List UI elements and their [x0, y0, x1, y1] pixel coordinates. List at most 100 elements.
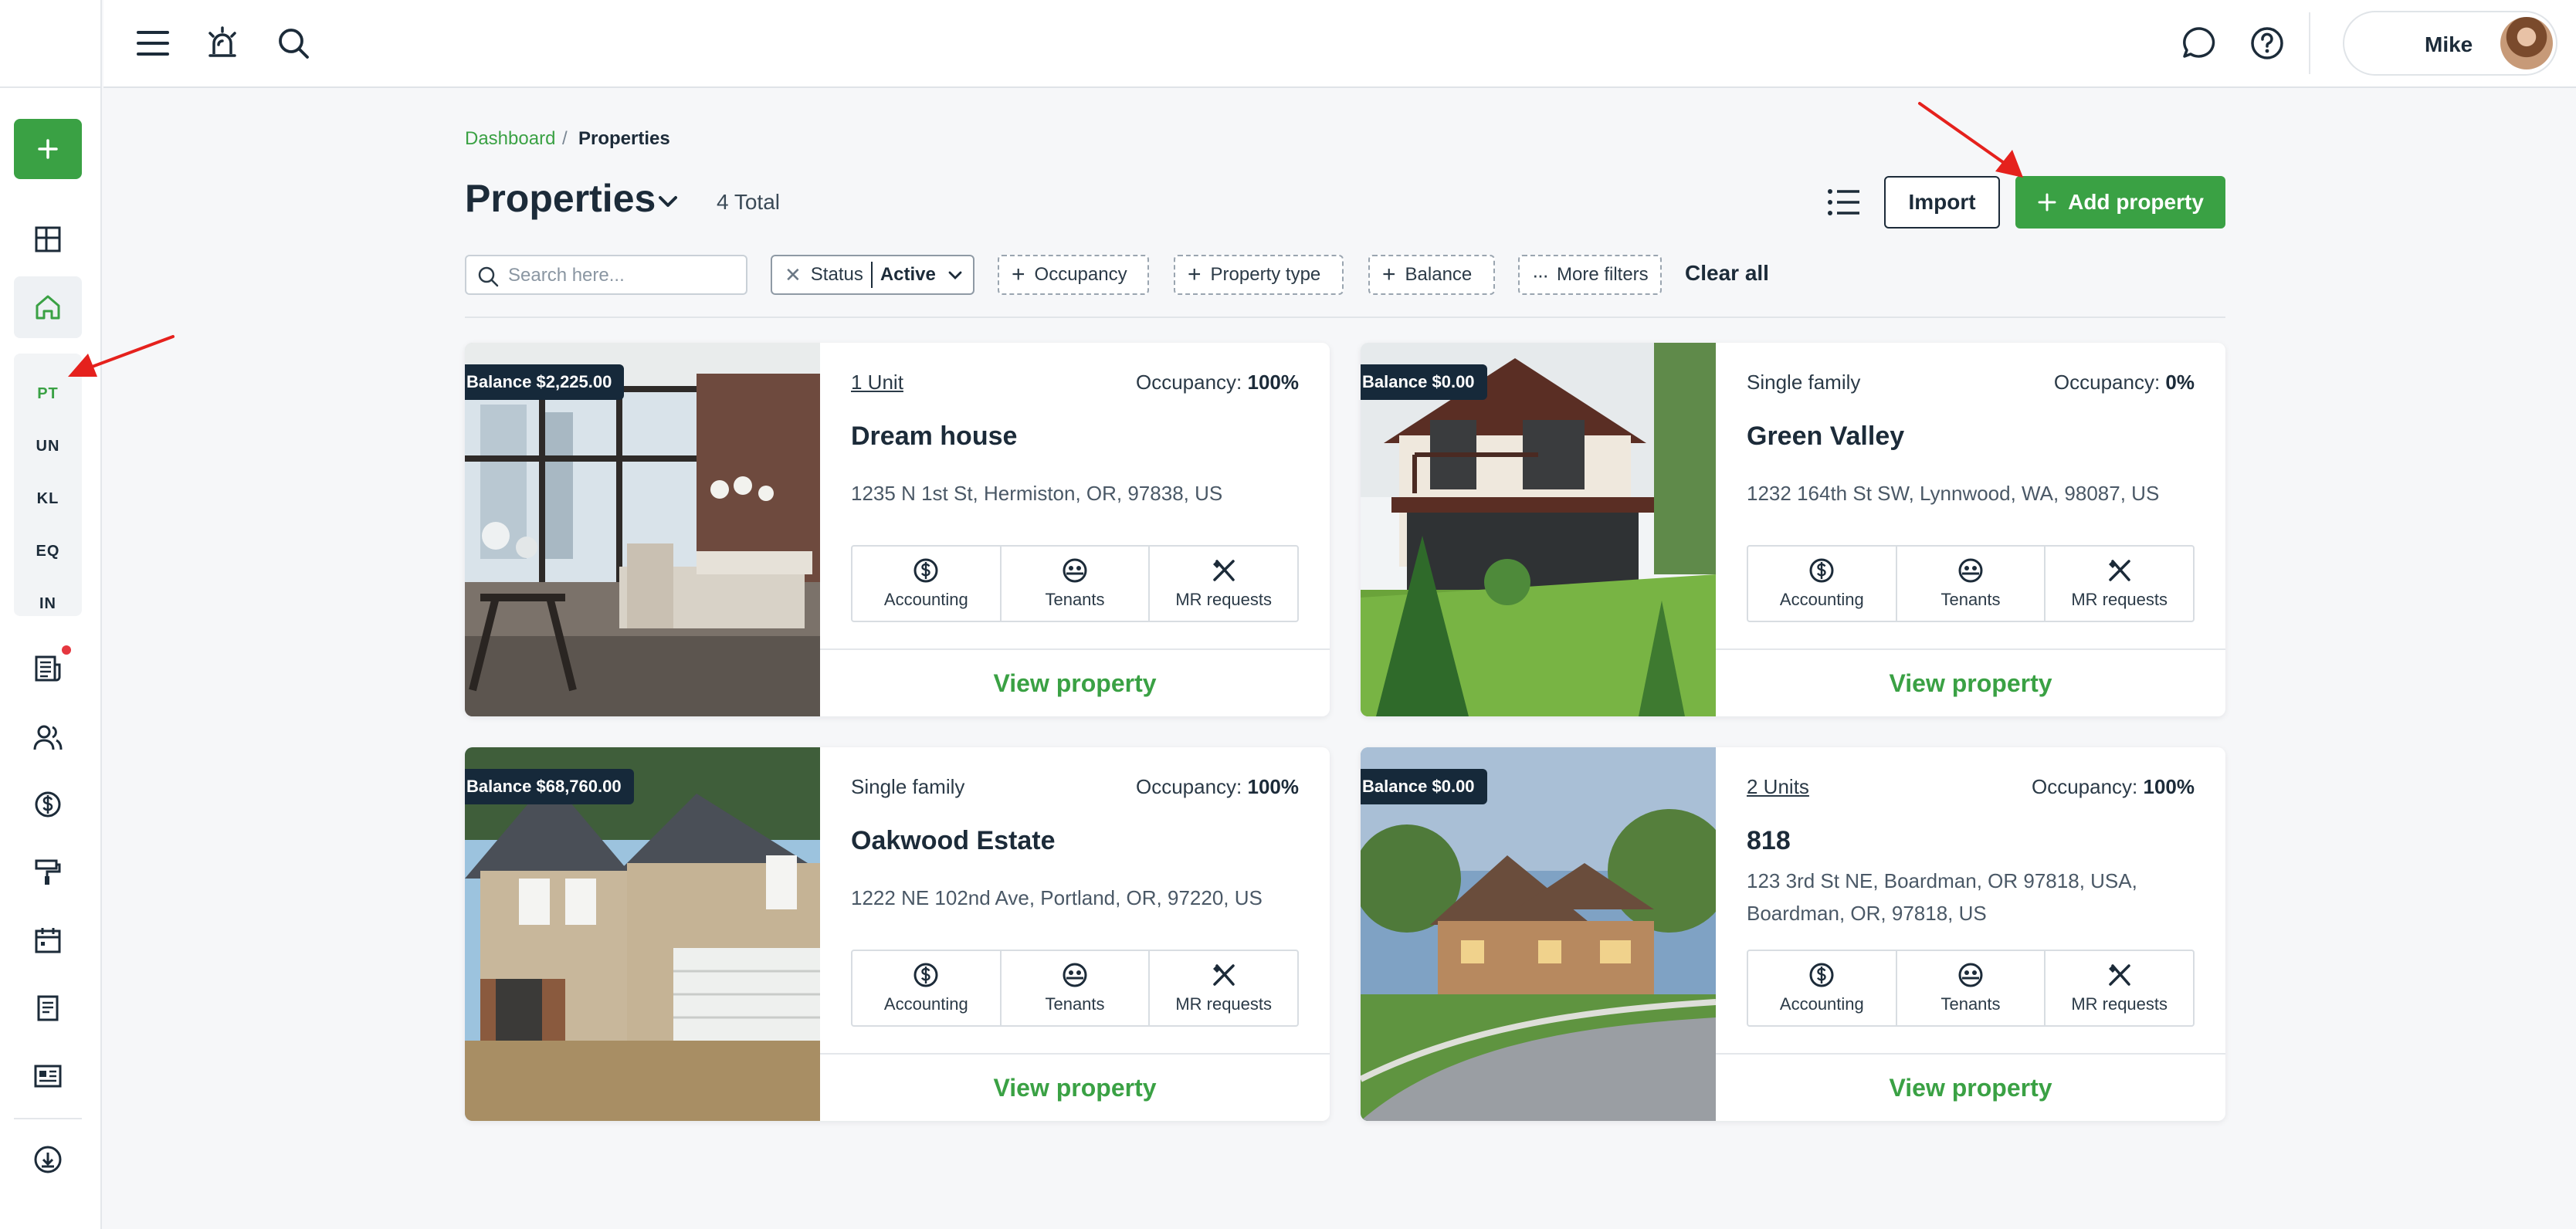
accounting-label: Accounting	[883, 590, 968, 609]
dollar-circle-icon	[1809, 963, 1834, 987]
tools-icon	[2108, 560, 2130, 581]
mr-requests-label: MR requests	[1175, 590, 1273, 609]
property-units-link[interactable]: 1 Unit	[851, 371, 903, 394]
quick-add-button[interactable]	[14, 119, 82, 179]
view-property-button[interactable]: View property	[820, 648, 1330, 716]
more-dots-icon: ···	[1532, 263, 1549, 286]
notification-dot	[62, 645, 71, 655]
tenants-label: Tenants	[1940, 590, 2001, 609]
user-menu[interactable]: Mike	[2343, 11, 2557, 76]
clear-all-button[interactable]: Clear all	[1685, 261, 1769, 286]
title-dropdown-toggle[interactable]	[655, 188, 681, 215]
tenants-button[interactable]: Tenants	[1897, 951, 2046, 1025]
sidebar-item-calendar[interactable]	[28, 920, 68, 960]
mr-requests-button[interactable]: MR requests	[1150, 547, 1297, 621]
tenants-label: Tenants	[1045, 590, 1105, 609]
users-icon	[33, 725, 63, 750]
balance-filter-label: Balance	[1405, 264, 1473, 285]
property-actions: Accounting Tenants MR requests	[851, 950, 1299, 1027]
chevron-down-icon	[948, 271, 962, 279]
tools-icon	[1212, 964, 1235, 986]
property-details: 1 Unit Occupancy: 100% Dream house 1235 …	[820, 343, 1330, 716]
status-filter-value: Active	[880, 264, 936, 285]
balance-badge: Balance $2,225.00	[465, 364, 625, 400]
balance-badge: Balance $68,760.00	[465, 769, 634, 804]
alarm-button[interactable]	[201, 22, 244, 65]
accounting-button[interactable]: Accounting	[1748, 951, 1897, 1025]
help-button[interactable]	[2246, 22, 2289, 65]
tenants-button[interactable]: Tenants	[1897, 547, 2046, 621]
add-property-label: Add property	[2068, 190, 2204, 214]
search-input[interactable]	[508, 262, 737, 289]
occupancy: Occupancy: 100%	[1136, 775, 1299, 799]
view-property-button[interactable]: View property	[1716, 648, 2225, 716]
chevron-down-icon	[659, 196, 677, 207]
remove-filter-close-icon[interactable]: ✕	[785, 263, 802, 287]
occupancy-filter-label: Occupancy	[1034, 264, 1127, 285]
mr-requests-button[interactable]: MR requests	[1150, 951, 1297, 1025]
more-filters-chip[interactable]: ··· More filters	[1518, 255, 1662, 295]
plus-icon	[2038, 193, 2056, 212]
tenants-button[interactable]: Tenants	[1002, 951, 1151, 1025]
property-address: 1235 N 1st St, Hermiston, OR, 97838, US	[851, 482, 1223, 505]
dollar-circle-icon	[913, 963, 938, 987]
balance-filter-chip[interactable]: + Balance	[1368, 255, 1495, 295]
property-name[interactable]: Oakwood Estate	[851, 826, 1056, 856]
subnav-item-kl[interactable]: KL	[14, 483, 82, 514]
mr-requests-button[interactable]: MR requests	[2046, 547, 2193, 621]
view-property-button[interactable]: View property	[1716, 1053, 2225, 1121]
property-card: Balance $0.00 2 Units Occupancy: 100% 81…	[1361, 747, 2225, 1121]
total-count: 4 Total	[717, 190, 780, 214]
property-name[interactable]: Green Valley	[1747, 422, 1904, 452]
property-type-filter-chip[interactable]: + Property type	[1174, 255, 1344, 295]
mr-requests-label: MR requests	[2071, 590, 2168, 609]
property-units-link[interactable]: 2 Units	[1747, 775, 1809, 799]
property-actions: Accounting Tenants MR requests	[1747, 950, 2195, 1027]
subnav-item-in[interactable]: IN	[14, 588, 82, 619]
paint-roller-icon	[35, 859, 61, 885]
accounting-button[interactable]: Accounting	[852, 547, 1002, 621]
subnav-item-eq[interactable]: EQ	[14, 536, 82, 567]
sidebar-item-download[interactable]	[28, 1139, 68, 1180]
status-filter-chip[interactable]: ✕ Status Active	[771, 255, 974, 295]
property-name[interactable]: Dream house	[851, 422, 1017, 452]
plus-icon	[38, 139, 58, 159]
import-button[interactable]: Import	[1884, 176, 2000, 229]
breadcrumb-separator: /	[562, 128, 568, 149]
property-actions: Accounting Tenants MR requests	[1747, 545, 2195, 622]
dollar-circle-icon	[913, 558, 938, 583]
news-document-icon	[35, 655, 61, 682]
sidebar-item-dashboard[interactable]	[28, 219, 68, 259]
tools-icon	[2108, 964, 2130, 986]
mr-requests-label: MR requests	[2071, 994, 2168, 1014]
occupancy-filter-chip[interactable]: + Occupancy	[998, 255, 1149, 295]
menu-button[interactable]	[131, 22, 175, 65]
mr-requests-button[interactable]: MR requests	[2046, 951, 2193, 1025]
breadcrumb-dashboard-link[interactable]: Dashboard	[465, 128, 555, 150]
list-view-toggle[interactable]	[1822, 182, 1866, 222]
accounting-label: Accounting	[1779, 994, 1864, 1014]
view-property-button[interactable]: View property	[820, 1053, 1330, 1121]
sidebar-item-documents[interactable]	[28, 988, 68, 1028]
property-details: Single family Occupancy: 100% Oakwood Es…	[820, 747, 1330, 1121]
sidebar-item-listings[interactable]	[28, 1056, 68, 1096]
occupancy-label: Occupancy:	[1135, 371, 1242, 394]
property-details: 2 Units Occupancy: 100% 818 123 3rd St N…	[1716, 747, 2225, 1121]
property-name[interactable]: 818	[1747, 826, 1791, 856]
accounting-button[interactable]: Accounting	[1748, 547, 1897, 621]
tenants-button[interactable]: Tenants	[1002, 547, 1151, 621]
left-sidebar: PT UN KL EQ IN	[0, 0, 102, 1229]
subnav-item-un[interactable]: UN	[14, 431, 82, 462]
sidebar-item-properties[interactable]	[28, 287, 68, 327]
annotation-arrow-icon	[68, 335, 175, 377]
accounting-button[interactable]: Accounting	[852, 951, 1002, 1025]
tenants-label: Tenants	[1045, 994, 1105, 1014]
sidebar-item-people[interactable]	[28, 718, 68, 758]
sidebar-item-reports[interactable]	[28, 648, 68, 689]
sidebar-item-maintenance[interactable]	[28, 852, 68, 892]
search-button[interactable]	[272, 22, 315, 65]
add-property-button[interactable]: Add property	[2015, 176, 2225, 229]
sidebar-item-accounting[interactable]	[28, 784, 68, 824]
property-address: 1232 164th St SW, Lynnwood, WA, 98087, U…	[1747, 482, 2160, 505]
messages-button[interactable]	[2178, 22, 2221, 65]
